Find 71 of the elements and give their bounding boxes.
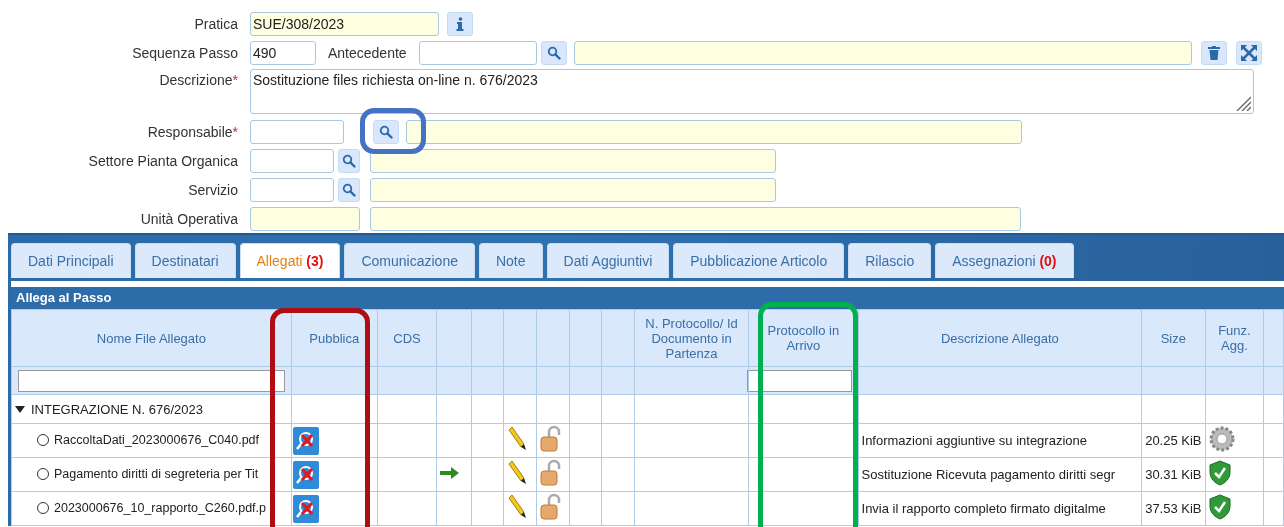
settore-field[interactable] bbox=[250, 148, 334, 173]
tab[interactable]: Comunicazione bbox=[344, 243, 475, 278]
servizio-name-field[interactable] bbox=[370, 177, 776, 202]
sequenza-field[interactable]: 490 bbox=[250, 40, 316, 65]
unpublish-icon[interactable] bbox=[292, 460, 319, 489]
arrow-right-icon[interactable] bbox=[440, 467, 461, 479]
panel-title: Allega al Passo bbox=[11, 287, 1284, 309]
field-label: Descrizione bbox=[159, 72, 233, 88]
responsabile-field[interactable] bbox=[250, 119, 344, 144]
size-text: 20.25 KiB bbox=[1145, 433, 1202, 448]
unlocked-padlock-icon[interactable] bbox=[540, 493, 563, 521]
expand-icon bbox=[1240, 44, 1257, 61]
pencil-icon[interactable] bbox=[506, 461, 527, 485]
unlocked-padlock-icon[interactable] bbox=[540, 425, 563, 453]
delete-button[interactable] bbox=[1200, 40, 1227, 65]
descrizione-field[interactable]: Sostituzione files richiesta on-line n. 676/2023 bbox=[250, 69, 1254, 114]
size-text: 30.31 KiB bbox=[1145, 467, 1202, 482]
search-button[interactable] bbox=[338, 148, 360, 173]
search-icon bbox=[342, 153, 356, 168]
pencil-icon[interactable] bbox=[506, 495, 527, 519]
tab[interactable]: Destinatari bbox=[134, 243, 236, 278]
description-text: Invia il rapporto completo firmato digitalme bbox=[861, 501, 1106, 516]
search-icon bbox=[342, 182, 356, 197]
antecedente-field[interactable] bbox=[418, 40, 537, 65]
expand-button[interactable] bbox=[1235, 40, 1262, 65]
pratica-field[interactable]: SUE/308/2023 bbox=[250, 11, 439, 36]
unpublish-icon[interactable] bbox=[292, 426, 319, 455]
description-text: Sostituzione Ricevuta pagamento diritti segr bbox=[861, 467, 1116, 482]
search-button[interactable] bbox=[373, 119, 399, 144]
field-label: Settore Pianta Organica bbox=[88, 152, 238, 169]
gear-icon[interactable] bbox=[1208, 426, 1235, 452]
antecedente-description-field[interactable] bbox=[573, 40, 1192, 65]
tab[interactable]: Rilascio bbox=[848, 243, 932, 278]
field-label: Antecedente bbox=[328, 44, 407, 61]
description-text: Informazioni aggiuntive su integrazione bbox=[861, 433, 1087, 448]
settore-name-field[interactable] bbox=[370, 148, 776, 173]
unita-field[interactable] bbox=[250, 206, 360, 231]
size-text: 37.53 KiB bbox=[1145, 501, 1202, 516]
tab[interactable]: Pubblicazione Articolo bbox=[673, 243, 845, 278]
tab[interactable]: Allegati (3) bbox=[239, 243, 341, 278]
required-mark: * bbox=[232, 72, 238, 88]
unlocked-padlock-icon[interactable] bbox=[540, 459, 563, 487]
field-label: Sequenza Passo bbox=[132, 44, 238, 61]
servizio-field[interactable] bbox=[250, 177, 334, 202]
resize-grip-icon[interactable] bbox=[1235, 95, 1251, 111]
filter-field[interactable] bbox=[747, 369, 852, 392]
unpublish-icon[interactable] bbox=[292, 494, 319, 523]
tab[interactable]: Note bbox=[478, 243, 543, 278]
tab[interactable]: Dati Aggiuntivi bbox=[546, 243, 670, 278]
info-icon bbox=[456, 16, 464, 31]
search-icon bbox=[379, 124, 393, 139]
search-button[interactable] bbox=[540, 40, 567, 65]
field-label: Pratica bbox=[194, 15, 238, 32]
tab[interactable]: Assegnazioni (0) bbox=[935, 243, 1074, 278]
unita-name-field[interactable] bbox=[370, 206, 1021, 231]
info-button[interactable] bbox=[447, 11, 473, 36]
tab[interactable]: Dati Principali bbox=[11, 243, 131, 278]
group-label: INTEGRAZIONE N. 676/2023 bbox=[31, 402, 203, 417]
shield-check-icon[interactable] bbox=[1208, 494, 1231, 520]
responsabile-name-field[interactable] bbox=[406, 119, 1022, 144]
required-mark: * bbox=[232, 123, 238, 140]
field-label: Servizio bbox=[188, 181, 238, 198]
shield-check-icon[interactable] bbox=[1208, 460, 1231, 486]
trash-icon bbox=[1207, 45, 1220, 60]
field-label: Responsabile bbox=[147, 123, 233, 140]
collapse-triangle-icon[interactable] bbox=[15, 406, 25, 413]
search-button[interactable] bbox=[338, 177, 360, 202]
search-icon bbox=[546, 45, 561, 60]
pencil-icon[interactable] bbox=[506, 427, 527, 451]
filter-field[interactable] bbox=[18, 369, 285, 392]
field-label: Unità Operativa bbox=[140, 210, 238, 227]
